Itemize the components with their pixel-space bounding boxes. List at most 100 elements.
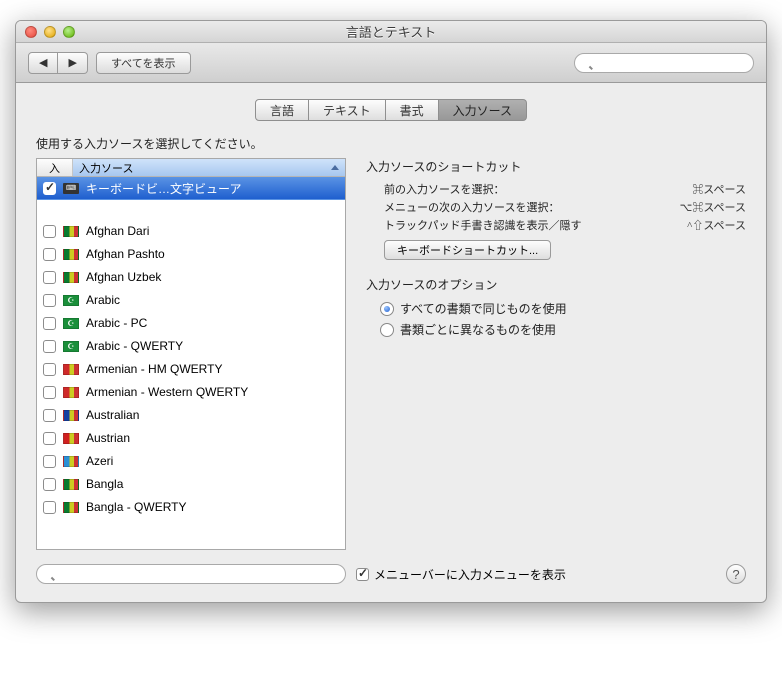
row-label: キーボードビ…文字ビューア (86, 180, 242, 197)
zoom-icon[interactable] (63, 26, 75, 38)
minimize-icon[interactable] (44, 26, 56, 38)
checkbox-icon (356, 568, 369, 581)
list-item[interactable]: Austrian (37, 427, 345, 450)
titlebar: 言語とテキスト (16, 21, 766, 43)
radio-icon (380, 302, 394, 316)
flag-icon: ☪ (63, 295, 79, 306)
row-checkbox[interactable] (43, 340, 56, 353)
list-item (37, 200, 345, 220)
list-item[interactable]: Afghan Uzbek (37, 266, 345, 289)
flag-icon (63, 387, 79, 398)
list-item[interactable]: Azeri (37, 450, 345, 473)
row-label: Armenian - Western QWERTY (86, 385, 248, 399)
row-label: Afghan Pashto (86, 247, 165, 261)
options-title: 入力ソースのオプション (366, 276, 746, 293)
radio-icon (380, 323, 394, 337)
radio-label: 書類ごとに異なるものを使用 (400, 321, 556, 338)
flag-icon (63, 364, 79, 375)
shortcut-keys: ^⇧スペース (687, 217, 746, 233)
flag-icon (63, 272, 79, 283)
shortcut-keys: ⌥⌘スペース (680, 199, 746, 215)
row-checkbox[interactable] (43, 409, 56, 422)
radio-option[interactable]: 書類ごとに異なるものを使用 (380, 319, 746, 340)
flag-icon (63, 249, 79, 260)
row-checkbox[interactable] (43, 478, 56, 491)
row-checkbox[interactable] (43, 271, 56, 284)
search-input[interactable] (574, 53, 754, 73)
list-item[interactable]: Bangla (37, 473, 345, 496)
row-checkbox[interactable] (43, 317, 56, 330)
list-item[interactable]: ⌨ キーボードビ…文字ビューア (37, 177, 345, 200)
close-icon[interactable] (25, 26, 37, 38)
sort-indicator-icon (331, 165, 339, 170)
list-item[interactable]: ☪ Arabic - PC (37, 312, 345, 335)
input-source-list: 入 入力ソース ⌨ キーボードビ…文字ビューア Afghan Dari Afghan … (36, 158, 346, 550)
keyboard-shortcuts-button[interactable]: キーボードショートカット... (384, 240, 551, 260)
list-item[interactable]: Bangla - QWERTY (37, 496, 345, 519)
shortcut-label: 前の入力ソースを選択： (384, 181, 692, 197)
shortcut-keys: ⌘スペース (692, 181, 746, 197)
shortcut-row: トラックパッド手書き認識を表示／隠す^⇧スペース (366, 216, 746, 234)
row-label: Armenian - HM QWERTY (86, 362, 222, 376)
preferences-window: 言語とテキスト ◀ ▶ すべてを表示 言語テキスト書式入力ソース 使用する入力ソ… (15, 20, 767, 603)
list-header-name[interactable]: 入力ソース (73, 159, 345, 176)
list-item[interactable]: Afghan Pashto (37, 243, 345, 266)
list-item[interactable]: ☪ Arabic - QWERTY (37, 335, 345, 358)
flag-icon: ☪ (63, 318, 79, 329)
radio-label: すべての書類で同じものを使用 (400, 300, 567, 317)
keyboard-icon: ⌨ (63, 183, 79, 194)
toolbar-search[interactable] (574, 53, 754, 73)
filter-input[interactable] (36, 564, 346, 584)
row-checkbox[interactable] (43, 432, 56, 445)
row-label: Australian (86, 408, 139, 422)
tab-3[interactable]: 入力ソース (439, 99, 527, 121)
list-item[interactable]: ☪ Arabic (37, 289, 345, 312)
row-label: Austrian (86, 431, 130, 445)
row-label: Azeri (86, 454, 113, 468)
forward-button[interactable]: ▶ (58, 52, 87, 74)
row-checkbox[interactable] (43, 363, 56, 376)
flag-icon (63, 433, 79, 444)
instruction-text: 使用する入力ソースを選択してください。 (36, 135, 746, 152)
row-checkbox[interactable] (43, 455, 56, 468)
row-label: Arabic - PC (86, 316, 147, 330)
row-label: Bangla (86, 477, 123, 491)
list-filter[interactable] (36, 564, 346, 584)
tab-0[interactable]: 言語 (255, 99, 309, 121)
row-checkbox[interactable] (43, 386, 56, 399)
list-item[interactable]: Afghan Dari (37, 220, 345, 243)
tab-2[interactable]: 書式 (386, 99, 439, 121)
flag-icon (63, 502, 79, 513)
back-button[interactable]: ◀ (28, 52, 58, 74)
shortcut-label: メニューの次の入力ソースを選択： (384, 199, 680, 215)
flag-icon (63, 226, 79, 237)
list-item[interactable]: Australian (37, 404, 345, 427)
flag-icon (63, 456, 79, 467)
row-label: Bangla - QWERTY (86, 500, 186, 514)
show-input-menu-checkbox[interactable]: メニューバーに入力メニューを表示 (356, 566, 566, 583)
row-checkbox[interactable] (43, 294, 56, 307)
row-checkbox[interactable] (43, 182, 56, 195)
toolbar: ◀ ▶ すべてを表示 (16, 43, 766, 83)
flag-icon (63, 479, 79, 490)
help-button[interactable]: ? (726, 564, 746, 584)
list-header-enabled[interactable]: 入 (37, 159, 73, 176)
row-label: Afghan Dari (86, 224, 149, 238)
row-checkbox[interactable] (43, 248, 56, 261)
shortcut-row: 前の入力ソースを選択：⌘スペース (366, 180, 746, 198)
flag-icon: ☪ (63, 341, 79, 352)
row-label: Arabic (86, 293, 120, 307)
list-rows[interactable]: ⌨ キーボードビ…文字ビューア Afghan Dari Afghan Pashto Af… (37, 177, 345, 549)
list-item[interactable]: Armenian - Western QWERTY (37, 381, 345, 404)
tab-bar: 言語テキスト書式入力ソース (255, 99, 527, 121)
row-label: Arabic - QWERTY (86, 339, 183, 353)
shortcuts-title: 入力ソースのショートカット (366, 158, 746, 175)
row-checkbox[interactable] (43, 225, 56, 238)
show-all-button[interactable]: すべてを表示 (96, 52, 191, 74)
row-checkbox[interactable] (43, 501, 56, 514)
flag-icon (63, 410, 79, 421)
shortcut-label: トラックパッド手書き認識を表示／隠す (384, 217, 687, 233)
radio-option[interactable]: すべての書類で同じものを使用 (380, 298, 746, 319)
list-item[interactable]: Armenian - HM QWERTY (37, 358, 345, 381)
tab-1[interactable]: テキスト (309, 99, 386, 121)
